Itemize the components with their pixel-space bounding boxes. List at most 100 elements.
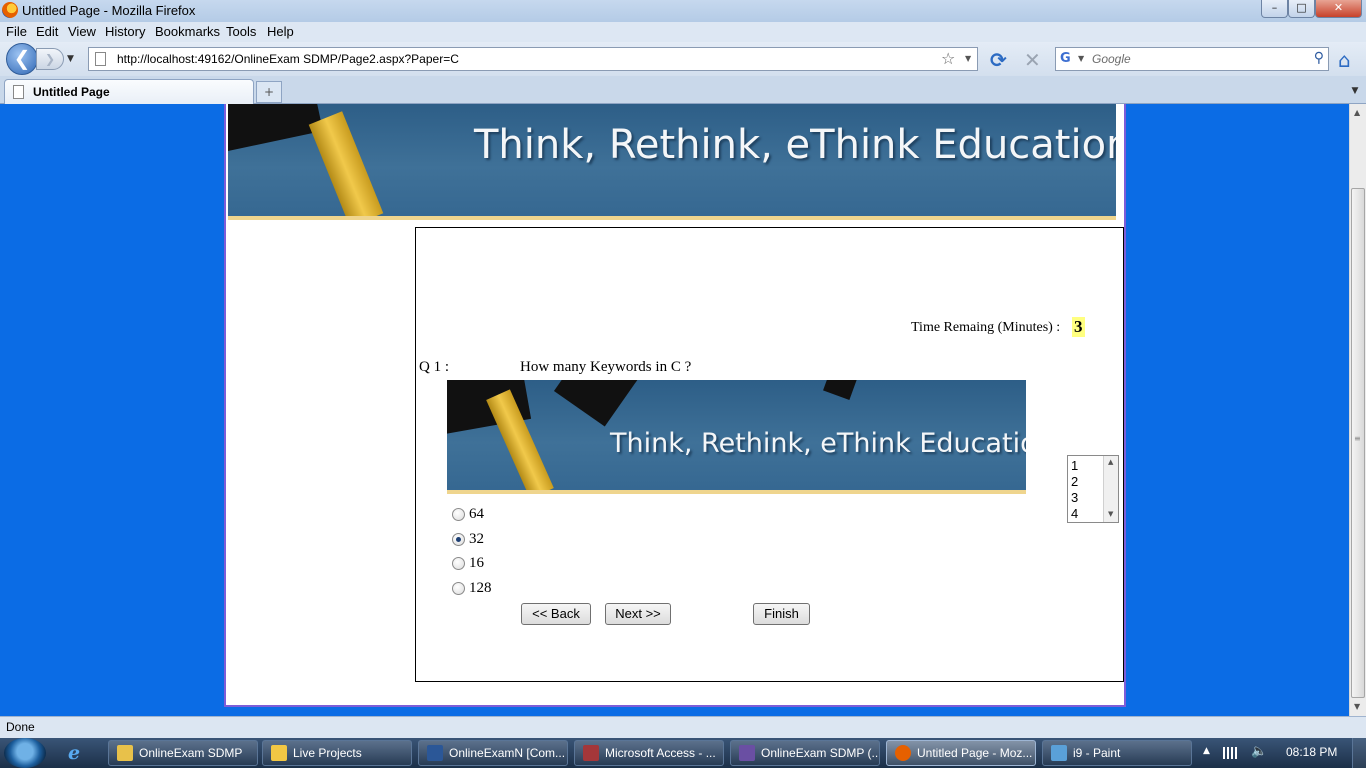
status-bar: Done: [0, 716, 1366, 738]
paint-icon: [1051, 745, 1067, 761]
home-icon[interactable]: ⌂: [1338, 48, 1351, 72]
favorites-star-icon: [271, 745, 287, 761]
scrollbar-thumb[interactable]: [1351, 188, 1365, 698]
taskbar-item-onlineexam-folder[interactable]: OnlineExam SDMP: [108, 740, 258, 766]
scroll-down-icon[interactable]: ▼: [1108, 510, 1113, 518]
taskbar-item-label: Microsoft Access - ...: [605, 746, 716, 760]
clock[interactable]: 08:18 PM: [1286, 745, 1337, 759]
search-engine-dropdown-icon[interactable]: ▼: [1078, 54, 1084, 63]
graduation-cap-graphic: [553, 380, 639, 427]
taskbar-item-word-document[interactable]: OnlineExamN [Com...: [418, 740, 568, 766]
next-question-button[interactable]: Next >>: [605, 603, 671, 625]
back-button[interactable]: ❮: [6, 43, 38, 75]
taskbar-item-live-projects[interactable]: Live Projects: [262, 740, 412, 766]
question-list-box[interactable]: 1 2 3 4 ▲ ▼: [1067, 455, 1119, 523]
question-image-text: Think, Rethink, eThink Education: [610, 428, 1026, 459]
exam-panel: Time Remaing (Minutes) : 3 Q 1 : How man…: [415, 227, 1124, 682]
address-bar[interactable]: http://localhost:49162/OnlineExam SDMP/P…: [88, 47, 978, 71]
menu-bar: File Edit View History Bookmarks Tools H…: [0, 22, 1366, 42]
graduation-cap-graphic: [228, 104, 323, 156]
show-hidden-icons-icon[interactable]: ▲: [1203, 746, 1210, 756]
question-list-item[interactable]: 1: [1071, 458, 1078, 473]
question-number: Q 1 :: [419, 359, 449, 375]
taskbar-item-paint[interactable]: i9 - Paint: [1042, 740, 1192, 766]
stop-icon[interactable]: ✕: [1024, 48, 1041, 72]
question-list-item[interactable]: 4: [1071, 506, 1078, 521]
window-title: Untitled Page - Mozilla Firefox: [22, 3, 196, 18]
option-label[interactable]: 64: [469, 506, 484, 523]
option-label[interactable]: 128: [469, 580, 492, 597]
menu-tools[interactable]: Tools: [226, 24, 256, 39]
menu-bookmarks[interactable]: Bookmarks: [155, 24, 220, 39]
search-input[interactable]: Google: [1092, 52, 1131, 66]
banner-stripe: [447, 490, 1026, 494]
forward-button[interactable]: ❯: [36, 48, 64, 70]
scroll-down-icon[interactable]: ▼: [1354, 702, 1360, 711]
question-list-item[interactable]: 2: [1071, 474, 1078, 489]
menu-edit[interactable]: Edit: [36, 24, 58, 39]
taskbar-item-access[interactable]: Microsoft Access - ...: [574, 740, 724, 766]
tab-bar: Untitled Page + ▼: [0, 76, 1366, 104]
taskbar-item-label: Live Projects: [293, 746, 362, 760]
google-engine-icon[interactable]: G: [1060, 51, 1076, 67]
option-label[interactable]: 32: [469, 531, 484, 548]
folder-icon: [117, 745, 133, 761]
option-radio[interactable]: [452, 508, 465, 521]
question-list-scrollbar[interactable]: ▲ ▼: [1103, 456, 1118, 522]
url-dropdown-icon[interactable]: ▼: [965, 54, 971, 63]
option-label[interactable]: 16: [469, 555, 484, 572]
taskbar-item-label: OnlineExamN [Com...: [449, 746, 566, 760]
taskbar-item-label: OnlineExam SDMP (...: [761, 746, 880, 760]
show-desktop-button[interactable]: [1352, 738, 1366, 768]
close-button[interactable]: ✕: [1315, 0, 1362, 18]
option-radio[interactable]: [452, 557, 465, 570]
taskbar-item-firefox[interactable]: Untitled Page - Moz...: [886, 740, 1036, 766]
scrollbar-grip-icon: ≡: [1354, 434, 1361, 443]
scroll-up-icon[interactable]: ▲: [1108, 458, 1113, 466]
access-icon: [583, 745, 599, 761]
new-tab-button[interactable]: +: [256, 81, 282, 103]
finish-button[interactable]: Finish: [753, 603, 810, 625]
word-icon: [427, 745, 443, 761]
banner-stripe: [228, 216, 1116, 220]
menu-view[interactable]: View: [68, 24, 96, 39]
start-button[interactable]: [4, 738, 46, 768]
navigation-toolbar: ❮ ❯ ▼ http://localhost:49162/OnlineExam …: [0, 42, 1366, 76]
option-radio-selected[interactable]: [452, 533, 465, 546]
exam-page: Think, Rethink, eThink Education Time Re…: [224, 104, 1126, 707]
header-banner: Think, Rethink, eThink Education: [228, 104, 1116, 220]
question-list-item[interactable]: 3: [1071, 490, 1078, 505]
status-text: Done: [6, 720, 35, 734]
tab-label[interactable]: Untitled Page: [33, 85, 110, 99]
reload-icon[interactable]: ⟳: [990, 48, 1007, 72]
question-text: How many Keywords in C ?: [520, 359, 692, 375]
search-icon[interactable]: ⚲: [1314, 50, 1324, 66]
history-dropdown-icon[interactable]: ▼: [67, 54, 74, 64]
page-scrollbar[interactable]: ▲ ≡ ▼: [1349, 104, 1366, 716]
menu-help[interactable]: Help: [267, 24, 294, 39]
tab-list-dropdown-icon[interactable]: ▼: [1346, 81, 1364, 101]
scroll-up-icon[interactable]: ▲: [1354, 108, 1360, 117]
bookmark-star-icon[interactable]: ☆: [941, 49, 955, 68]
taskbar-item-label: Untitled Page - Moz...: [917, 746, 1033, 760]
header-banner-text: Think, Rethink, eThink Education: [474, 122, 1116, 168]
tassel-graphic: [308, 111, 384, 220]
search-box[interactable]: G ▼ Google ⚲: [1055, 47, 1329, 71]
url-text[interactable]: http://localhost:49162/OnlineExam SDMP/P…: [117, 52, 459, 66]
menu-file[interactable]: File: [6, 24, 27, 39]
minimize-button[interactable]: –: [1261, 0, 1288, 18]
windows-taskbar: e OnlineExam SDMP Live Projects OnlineEx…: [0, 738, 1366, 768]
time-remaining-value: 3: [1072, 317, 1085, 337]
tab-untitled-page[interactable]: Untitled Page: [4, 79, 254, 104]
menu-history[interactable]: History: [105, 24, 145, 39]
volume-icon[interactable]: 🔈: [1251, 744, 1267, 759]
option-radio[interactable]: [452, 582, 465, 595]
taskbar-item-visual-studio[interactable]: OnlineExam SDMP (...: [730, 740, 880, 766]
tab-page-icon: [13, 85, 24, 99]
maximize-button[interactable]: □: [1288, 0, 1315, 18]
internet-explorer-icon[interactable]: e: [68, 742, 80, 764]
taskbar-item-label: i9 - Paint: [1073, 746, 1121, 760]
page-icon: [95, 52, 106, 66]
network-signal-icon[interactable]: [1223, 747, 1237, 759]
back-question-button[interactable]: << Back: [521, 603, 591, 625]
